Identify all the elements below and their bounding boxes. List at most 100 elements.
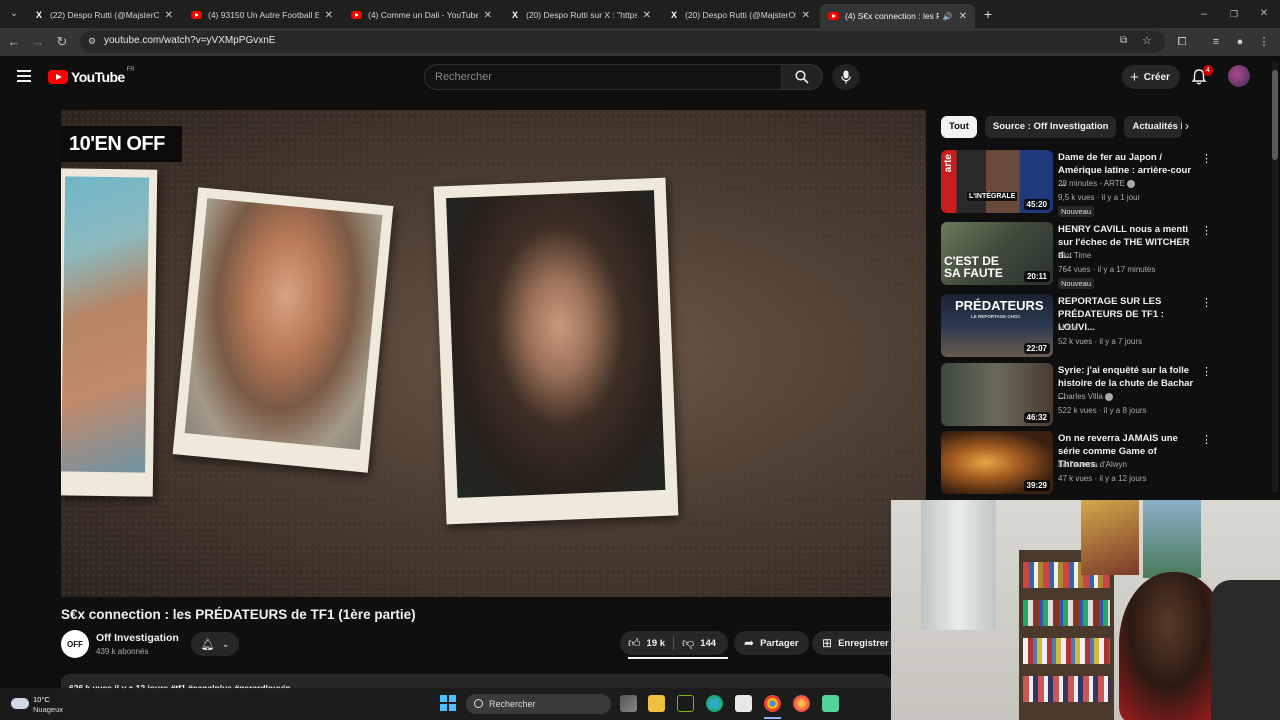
chip-news[interactable]: Actualités int — [1124, 116, 1183, 138]
more-options-icon[interactable]: ⋮ — [1201, 224, 1212, 237]
like-count: 19 k — [646, 637, 666, 649]
video-thumbnail[interactable]: 39:29 — [941, 431, 1053, 494]
browser-tab-2[interactable]: (4) 93150 Un Autre Football Ep... ✕ — [183, 4, 341, 26]
share-button[interactable]: ➦ Partager — [734, 631, 809, 655]
close-tab-icon[interactable]: ✕ — [802, 10, 810, 21]
recommendation-item[interactable]: PRÉDATEURS LE REPORTAGE CHOC 22:07 REPOR… — [941, 294, 1212, 359]
country-code: FR — [126, 67, 135, 73]
reading-list-icon[interactable]: ≡ — [1208, 34, 1224, 50]
close-tab-icon[interactable]: ✕ — [643, 10, 651, 21]
recommendation-item[interactable]: 46:32 Syrie: j'ai enquêté sur la folle h… — [941, 363, 1212, 428]
close-window-icon[interactable]: ✕ — [1256, 6, 1272, 22]
browser-tab-1[interactable]: X (22) Despo Rutti (@MajsterOffi... ✕ — [26, 4, 181, 26]
close-tab-icon[interactable]: ✕ — [325, 10, 333, 21]
polaroid-photo-middle — [172, 187, 394, 473]
video-thumbnail[interactable]: 46:32 — [941, 363, 1053, 426]
like-button[interactable]: 👍︎ 19 k — [620, 631, 673, 655]
close-tab-icon[interactable]: ✕ — [165, 10, 173, 21]
edge-browser-icon[interactable] — [706, 695, 723, 712]
browser-tab-5[interactable]: X (20) Despo Rutti (@MajsterOffi... ✕ — [661, 4, 818, 26]
dislike-button[interactable]: 👎︎ 144 — [674, 631, 724, 655]
hamburger-menu-icon[interactable] — [17, 70, 31, 82]
recommendation-channel[interactable]: Mous — [1058, 323, 1078, 332]
recommendation-channel[interactable]: Charles Villa — [1058, 392, 1113, 401]
url-text[interactable]: youtube.com/watch?v=yVXMpPGvxnE — [104, 35, 275, 46]
task-view-icon[interactable] — [620, 695, 637, 712]
recommendation-item[interactable]: C'EST DE SA FAUTE 20:11 HENRY CAVILL nou… — [941, 222, 1212, 289]
polaroid-photo-right — [433, 177, 679, 525]
thumbnail-text: arte — [943, 154, 954, 173]
video-title: S€x connection : les PRÉDATEURS de TF1 (… — [61, 607, 416, 622]
youtube-logo[interactable]: YouTube FR — [48, 67, 135, 85]
nvidia-icon[interactable] — [677, 695, 694, 712]
notification-count-badge: 4 — [1203, 65, 1213, 76]
bookmark-star-icon[interactable]: ☆ — [1142, 34, 1152, 47]
browser-tab-6-active[interactable]: (4) S€x connection : les PRÉ... 🔊 ✕ — [820, 4, 975, 28]
file-explorer-icon[interactable] — [648, 695, 665, 712]
tab-search-chevron-icon[interactable]: ⌄ — [6, 6, 22, 22]
subscription-bell-button[interactable]: 🔔︎ ⌄ — [191, 632, 239, 656]
video-duration: 20:11 — [1023, 271, 1050, 282]
firefox-icon[interactable] — [793, 695, 810, 712]
channel-avatar[interactable]: OFF — [61, 630, 89, 658]
windows-start-icon[interactable] — [440, 695, 456, 711]
recommendation-title[interactable]: REPORTAGE SUR LES PRÉDATEURS DE TF1 : LO… — [1058, 295, 1196, 334]
store-icon[interactable] — [735, 695, 752, 712]
chip-all[interactable]: Tout — [941, 116, 977, 138]
recommendation-channel[interactable]: 28 minutes - ARTE — [1058, 179, 1135, 188]
speaker-icon[interactable]: 🔊 — [943, 12, 953, 21]
close-tab-icon[interactable]: ✕ — [484, 10, 492, 21]
forward-arrow-icon[interactable]: → — [30, 34, 46, 50]
site-info-icon[interactable]: ⚙ — [88, 36, 96, 47]
bookshelf-shape — [1019, 550, 1114, 720]
new-tab-plus-icon[interactable]: + — [980, 6, 996, 22]
chip-next-chevron-icon[interactable]: › — [1185, 119, 1189, 133]
create-label: Créer — [1143, 71, 1170, 83]
install-app-icon[interactable]: ⧉ — [1120, 35, 1127, 46]
browser-tab-3[interactable]: (4) Comme un Dali - YouTube ✕ — [343, 4, 500, 26]
channel-name[interactable]: Off Investigation — [96, 632, 179, 644]
more-options-icon[interactable]: ⋮ — [1201, 296, 1212, 309]
search-button[interactable] — [781, 64, 823, 90]
more-options-icon[interactable]: ⋮ — [1201, 433, 1212, 446]
taskbar-search[interactable]: Rechercher — [466, 694, 611, 714]
more-options-icon[interactable]: ⋮ — [1201, 365, 1212, 378]
search-input[interactable] — [425, 65, 781, 89]
save-button[interactable]: ⊞ Enregistrer — [812, 631, 899, 655]
video-thumbnail[interactable]: PRÉDATEURS LE REPORTAGE CHOC 22:07 — [941, 294, 1053, 357]
recommendation-item[interactable]: 39:29 On ne reverra JAMAIS une série com… — [941, 431, 1212, 496]
more-options-icon[interactable]: ⋮ — [1201, 152, 1212, 165]
video-thumbnail[interactable]: C'EST DE SA FAUTE 20:11 — [941, 222, 1053, 285]
video-player[interactable]: 10'EN OFF — [61, 110, 926, 597]
weather-description[interactable]: Nuageux — [33, 705, 63, 714]
youtube-icon — [351, 11, 362, 19]
account-avatar[interactable] — [1228, 65, 1250, 87]
address-bar[interactable]: ⚙ youtube.com/watch?v=yVXMpPGvxnE ⧉ ☆ — [80, 31, 1165, 53]
cloud-icon[interactable] — [11, 698, 29, 709]
minimize-window-icon[interactable]: – — [1196, 6, 1212, 22]
extensions-puzzle-icon[interactable]: ⧠ — [1174, 34, 1190, 50]
profile-icon[interactable]: ● — [1232, 34, 1248, 50]
recommendation-channel[interactable]: La Taverne d'Alwyn — [1058, 460, 1127, 469]
channel-overlay-logo: 10'EN OFF — [61, 126, 182, 162]
close-tab-icon[interactable]: ✕ — [959, 11, 967, 22]
back-arrow-icon[interactable]: ← — [6, 34, 22, 50]
browser-tab-4[interactable]: X (20) Despo Rutti sur X : "https:/... ✕ — [502, 4, 659, 26]
recommendation-channel[interactable]: Plot Time — [1058, 251, 1091, 260]
chip-source-channel[interactable]: Source : Off Investigation — [984, 116, 1117, 138]
voice-search-button[interactable] — [832, 64, 860, 90]
streaming-app-icon[interactable] — [822, 695, 839, 712]
video-thumbnail[interactable]: arte L'INTÉGRALE 45:20 — [941, 150, 1053, 213]
browser-menu-icon[interactable]: ⋮ — [1256, 34, 1272, 50]
poster-shape — [1143, 500, 1201, 578]
reload-icon[interactable]: ↻ — [54, 34, 70, 50]
scrollbar-thumb[interactable] — [1272, 70, 1278, 160]
subscriber-count: 439 k abonnés — [96, 647, 149, 656]
thumbnail-text: C'EST DE SA FAUTE — [944, 254, 1003, 280]
weather-temperature[interactable]: 10°C — [33, 695, 50, 704]
recommendation-item[interactable]: arte L'INTÉGRALE 45:20 Dame de fer au Ja… — [941, 150, 1212, 217]
page-scrollbar[interactable] — [1272, 62, 1278, 492]
maximize-window-icon[interactable]: ❐ — [1226, 6, 1242, 22]
chrome-icon[interactable] — [764, 695, 781, 712]
create-button[interactable]: + Créer — [1122, 65, 1180, 89]
